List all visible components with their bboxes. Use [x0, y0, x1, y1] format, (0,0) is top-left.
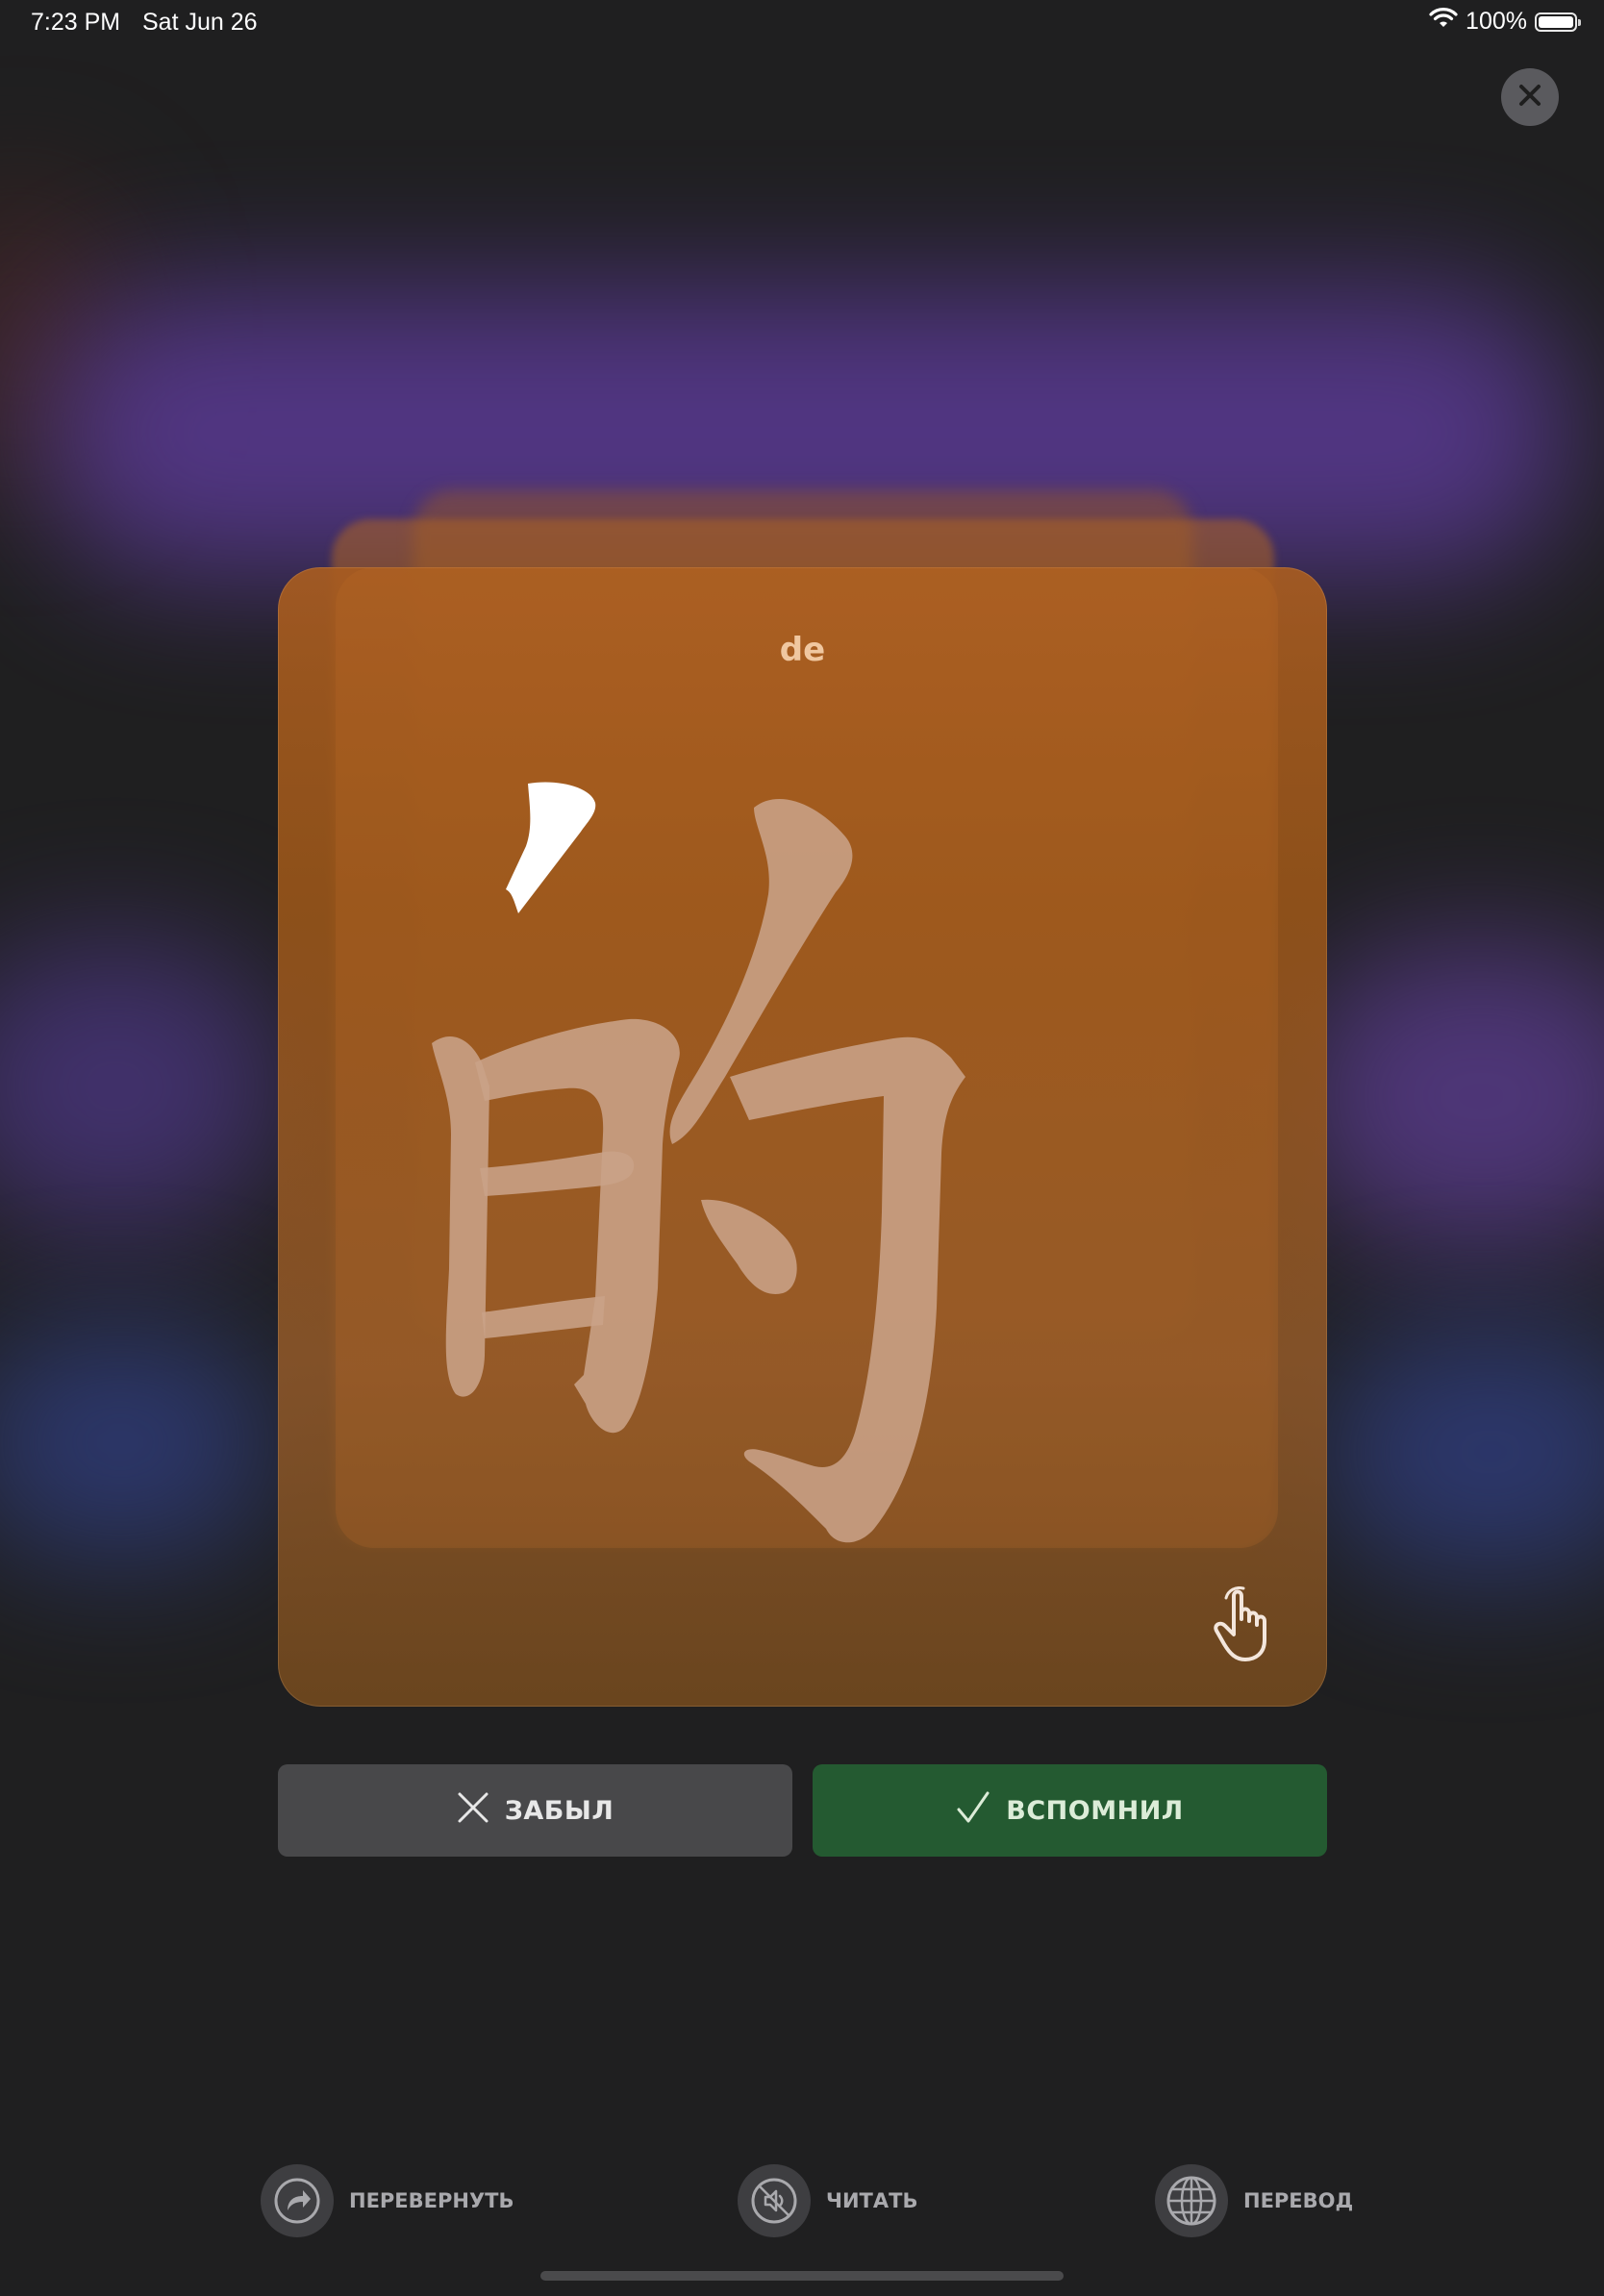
background-glow	[0, 942, 288, 1231]
x-icon	[457, 1791, 489, 1831]
stroke-top-hook	[475, 1018, 680, 1434]
close-icon	[1516, 81, 1544, 113]
forgot-button[interactable]: ЗАБЫЛ	[278, 1764, 792, 1857]
hanzi-stroke-drawing: 的	[432, 782, 965, 1543]
status-time: 7:23 PM	[31, 9, 121, 36]
background-glow	[1317, 1327, 1604, 1577]
forgot-label: ЗАБЫЛ	[504, 1795, 614, 1826]
battery-fill	[1539, 15, 1573, 28]
stroke-bottom-horizontal	[482, 1296, 605, 1338]
globe-icon	[1155, 2164, 1228, 2237]
background-glow	[0, 1327, 279, 1558]
flip-button[interactable]: ПЕРЕВЕРНУТЬ	[261, 2164, 514, 2237]
remembered-label: ВСПОМНИЛ	[1006, 1795, 1184, 1826]
stroke-left-vertical	[432, 1036, 489, 1397]
status-bar: 7:23 PM Sat Jun 26 100%	[0, 0, 1604, 46]
flashcard[interactable]: de 的	[278, 567, 1327, 1707]
status-date: Sat Jun 26	[142, 9, 258, 36]
wifi-icon	[1429, 8, 1458, 36]
translate-button[interactable]: ПЕРЕВОД	[1155, 2164, 1353, 2237]
battery-icon	[1535, 12, 1581, 32]
checkmark-icon	[956, 1790, 990, 1832]
flashcard-screen: 7:23 PM Sat Jun 26 100% de ЗАБЫЛ ВСПОМНИ…	[0, 0, 1604, 2296]
read-label: ЧИТАТЬ	[826, 2189, 918, 2212]
speaker-muted-icon	[738, 2164, 811, 2237]
tap-hand-icon[interactable]	[1213, 1586, 1282, 1663]
status-indicators: 100%	[1429, 8, 1581, 36]
close-button[interactable]	[1501, 68, 1559, 126]
read-button[interactable]: ЧИТАТЬ	[738, 2164, 917, 2237]
home-indicator[interactable]	[540, 2271, 1064, 2281]
battery-percent: 100%	[1466, 8, 1527, 35]
pinyin-label: de	[779, 631, 826, 669]
flip-label: ПЕРЕВЕРНУТЬ	[349, 2189, 514, 2212]
flip-arrow-icon	[261, 2164, 334, 2237]
background-glow	[1289, 942, 1604, 1250]
translate-label: ПЕРЕВОД	[1243, 2189, 1354, 2212]
battery-nub	[1578, 18, 1581, 26]
stroke-dot	[701, 1199, 797, 1294]
stroke-highlighted	[506, 782, 596, 913]
remembered-button[interactable]: ВСПОМНИЛ	[813, 1764, 1327, 1857]
